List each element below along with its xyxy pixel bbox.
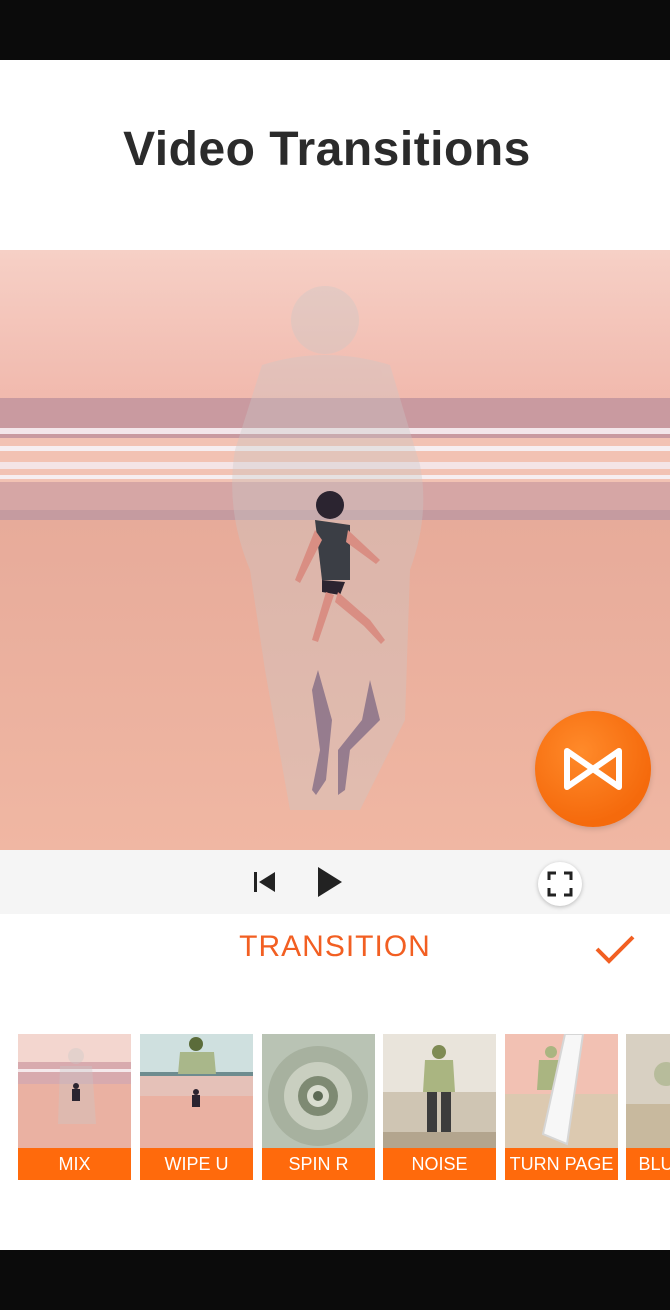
transition-wipe-u[interactable]: WIPE U (140, 1034, 253, 1180)
transition-label: BLU (626, 1148, 670, 1180)
play-icon (318, 867, 342, 897)
top-bar (0, 0, 670, 60)
transition-noise[interactable]: NOISE (383, 1034, 496, 1180)
play-button[interactable] (308, 858, 352, 906)
transition-label: TURN PAGE (505, 1148, 618, 1180)
transition-label: MIX (18, 1148, 131, 1180)
playback-controls (0, 850, 670, 914)
transition-title: TRANSITION (239, 930, 431, 963)
transition-label: SPIN R (262, 1148, 375, 1180)
bottom-bar (0, 1250, 670, 1310)
confirm-button[interactable] (592, 930, 638, 970)
transition-label: WIPE U (140, 1148, 253, 1180)
fullscreen-icon (547, 871, 573, 897)
skip-previous-icon (254, 872, 275, 892)
checkmark-icon (595, 935, 635, 964)
app-screen: Video Transitions TRANSITION MIX WIPE U … (0, 60, 670, 1250)
transition-blur[interactable]: BLU (626, 1034, 670, 1180)
fullscreen-button[interactable] (538, 862, 582, 906)
transition-mix[interactable]: MIX (18, 1034, 131, 1180)
skip-previous-button[interactable] (246, 862, 282, 902)
transition-turn-page[interactable]: TURN PAGE (505, 1034, 618, 1180)
transition-label: NOISE (383, 1148, 496, 1180)
page-title: Video Transitions (123, 123, 531, 176)
bowtie-transition-icon (564, 748, 622, 790)
transitions-strip[interactable]: MIX WIPE U SPIN R NOISE TURN PAGE BLU (0, 1034, 670, 1182)
transition-fx-button[interactable] (535, 711, 651, 827)
transition-spin-r[interactable]: SPIN R (262, 1034, 375, 1180)
